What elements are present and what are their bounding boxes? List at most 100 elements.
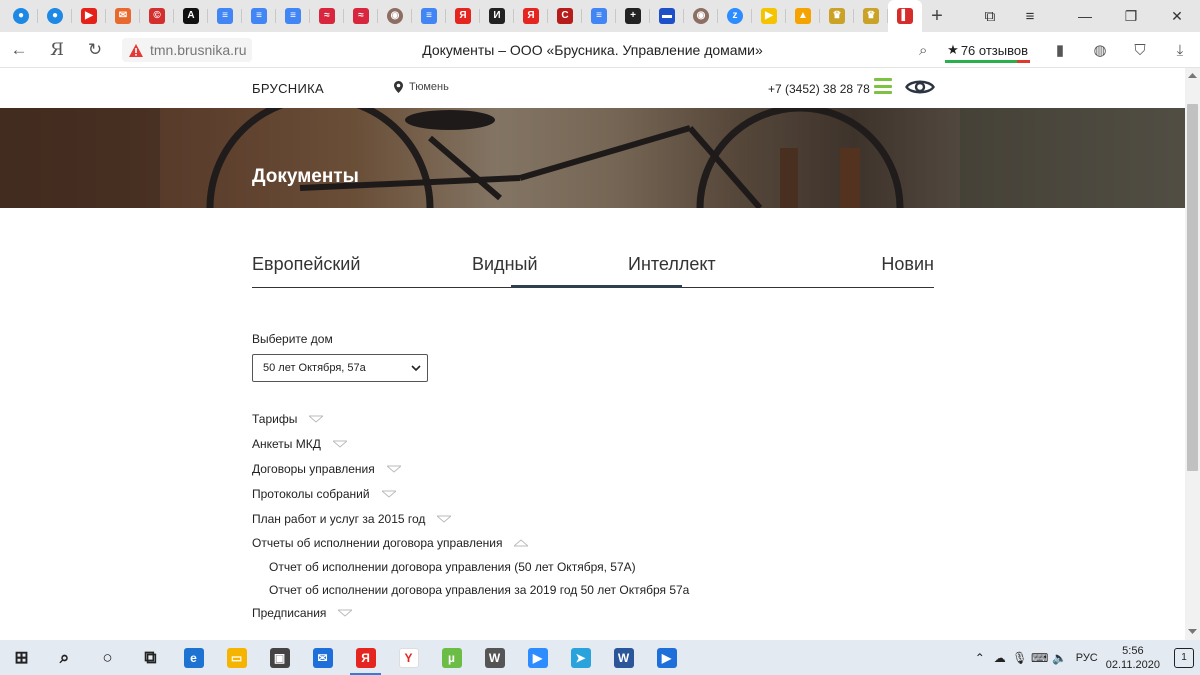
- address-bar-actions: ⌕ ★ 76 отзывов ▮ ◍ ⛉ ⤓: [903, 32, 1200, 68]
- browser-tab[interactable]: ≡: [582, 0, 616, 32]
- browser-tab[interactable]: ◉: [378, 0, 412, 32]
- site-logo[interactable]: БРУСНИКА: [252, 81, 324, 96]
- taskbar-app[interactable]: ✉: [301, 640, 344, 675]
- doc-category-plan[interactable]: План работ и услуг за 2015 год: [252, 512, 452, 526]
- accessibility-eye-icon[interactable]: [905, 77, 935, 97]
- taskbar-app[interactable]: ➤: [559, 640, 602, 675]
- browser-tab[interactable]: Я: [446, 0, 480, 32]
- browser-tab[interactable]: A: [174, 0, 208, 32]
- reviews-badge[interactable]: ★ 76 отзывов: [943, 42, 1032, 63]
- browser-tab[interactable]: ≡: [242, 0, 276, 32]
- url-field[interactable]: tmn.brusnika.ru: [122, 38, 253, 62]
- house-select[interactable]: 50 лет Октября, 57а: [252, 354, 428, 382]
- doc-category-ankety[interactable]: Анкеты МКД: [252, 437, 347, 451]
- taskbar-app[interactable]: ▭: [215, 640, 258, 675]
- browser-tab[interactable]: ♛: [820, 0, 854, 32]
- tab-novin[interactable]: Новин: [881, 254, 934, 275]
- bookmark-icon[interactable]: ▮: [1040, 32, 1080, 68]
- browser-tab[interactable]: ▬: [650, 0, 684, 32]
- yandex-icon: Y: [398, 647, 419, 668]
- tab-vidnyy[interactable]: Видный: [472, 254, 538, 275]
- yandex-home-button[interactable]: Я: [38, 32, 76, 68]
- warning-icon[interactable]: [128, 42, 144, 58]
- browser-tab[interactable]: ▌: [888, 0, 922, 32]
- browser-tab[interactable]: ≈: [344, 0, 378, 32]
- new-tab-button[interactable]: +: [922, 0, 952, 32]
- back-button[interactable]: ←: [0, 32, 38, 68]
- zoom-icon: ▶: [527, 647, 548, 668]
- browser-tab[interactable]: ▶: [72, 0, 106, 32]
- reload-button[interactable]: ↻: [76, 32, 114, 68]
- scroll-up-arrow-icon[interactable]: [1188, 72, 1197, 79]
- taskbar-app[interactable]: W: [602, 640, 645, 675]
- onedrive-icon[interactable]: ☁: [990, 651, 1010, 665]
- taskbar-app[interactable]: ▶: [645, 640, 688, 675]
- browser-tab[interactable]: ▲: [786, 0, 820, 32]
- taskbar-app[interactable]: Я: [344, 640, 387, 675]
- browser-tab[interactable]: ≡: [412, 0, 446, 32]
- doc-category-otchety[interactable]: Отчеты об исполнении договора управления: [252, 536, 529, 550]
- report-link[interactable]: Отчет об исполнении договора управления …: [269, 560, 636, 574]
- scroll-down-arrow-icon[interactable]: [1188, 628, 1197, 635]
- system-clock[interactable]: 5:56 02.11.2020: [1106, 644, 1160, 672]
- taskbar-app[interactable]: ○: [86, 640, 129, 675]
- browser-tab[interactable]: ≈: [310, 0, 344, 32]
- taskbar-app[interactable]: ⧉: [129, 640, 172, 675]
- browser-tab[interactable]: ✉: [106, 0, 140, 32]
- report-link[interactable]: Отчет об исполнении договора управления …: [269, 583, 689, 597]
- network-icon[interactable]: ⌨: [1030, 651, 1050, 665]
- taskbar-app[interactable]: µ: [430, 640, 473, 675]
- page-scrollbar[interactable]: [1185, 68, 1200, 640]
- search-icon[interactable]: ⌕: [903, 32, 943, 68]
- phone-number[interactable]: +7 (3452) 38 28 78: [768, 82, 870, 96]
- browser-tab[interactable]: +: [616, 0, 650, 32]
- city-selector[interactable]: Тюмень: [394, 81, 449, 93]
- taskbar-app[interactable]: Y: [387, 640, 430, 675]
- notification-count: 1: [1181, 652, 1187, 663]
- tab-evropeyskiy[interactable]: Европейский: [252, 254, 360, 275]
- close-button[interactable]: ✕: [1154, 0, 1200, 32]
- taskbar-app[interactable]: ▣: [258, 640, 301, 675]
- browser-tab[interactable]: ≡: [208, 0, 242, 32]
- browser-tab[interactable]: ♛: [854, 0, 888, 32]
- menu-icon[interactable]: ≡: [1010, 0, 1050, 32]
- cortana-icon: ○: [102, 647, 113, 667]
- taskbar-app[interactable]: ▶: [516, 640, 559, 675]
- browser-tab[interactable]: ≡: [276, 0, 310, 32]
- input-language[interactable]: РУС: [1076, 652, 1098, 664]
- tab-intellekt[interactable]: Интеллект: [628, 254, 716, 275]
- doc-category-protokoly[interactable]: Протоколы собраний: [252, 487, 396, 501]
- doc-category-predpisaniya[interactable]: Предписания: [252, 606, 353, 620]
- taskbar-app[interactable]: ⊞: [0, 640, 43, 675]
- windows-start-icon: ⊞: [14, 647, 29, 667]
- doc-category-tarify[interactable]: Тарифы: [252, 412, 324, 426]
- browser-tab[interactable]: Я: [514, 0, 548, 32]
- hamburger-menu-icon[interactable]: [874, 78, 892, 94]
- media-player-icon: ▶: [656, 647, 677, 668]
- minimize-button[interactable]: —: [1062, 0, 1108, 32]
- browser-tab[interactable]: И: [480, 0, 514, 32]
- tab-manager-icon[interactable]: ⧉: [970, 0, 1010, 32]
- taskbar-app[interactable]: W: [473, 640, 516, 675]
- protect-icon[interactable]: ⛉: [1120, 32, 1160, 68]
- doc-category-dogovory[interactable]: Договоры управления: [252, 462, 401, 476]
- maximize-button[interactable]: ❐: [1108, 0, 1154, 32]
- extension-icon[interactable]: ◍: [1080, 32, 1120, 68]
- flag-icon: ≈: [319, 8, 335, 24]
- download-icon[interactable]: ⤓: [1160, 32, 1200, 68]
- browser-tab[interactable]: C: [548, 0, 582, 32]
- microphone-icon[interactable]: 🎙: [1010, 651, 1030, 665]
- browser-tab[interactable]: ©: [140, 0, 174, 32]
- browser-tab[interactable]: ●: [38, 0, 72, 32]
- browser-tab[interactable]: ◉: [684, 0, 718, 32]
- browser-tab[interactable]: ▶: [752, 0, 786, 32]
- browser-tab[interactable]: z: [718, 0, 752, 32]
- scroll-thumb[interactable]: [1187, 104, 1198, 471]
- browser-tab[interactable]: ●: [4, 0, 38, 32]
- taskbar-app[interactable]: ⌕: [43, 640, 86, 675]
- volume-icon[interactable]: 🔈: [1050, 651, 1070, 665]
- star-icon: ★: [947, 42, 959, 57]
- taskbar-app[interactable]: e: [172, 640, 215, 675]
- notifications-icon[interactable]: 1: [1174, 647, 1194, 668]
- chevron-up-icon[interactable]: ⌃: [970, 651, 990, 665]
